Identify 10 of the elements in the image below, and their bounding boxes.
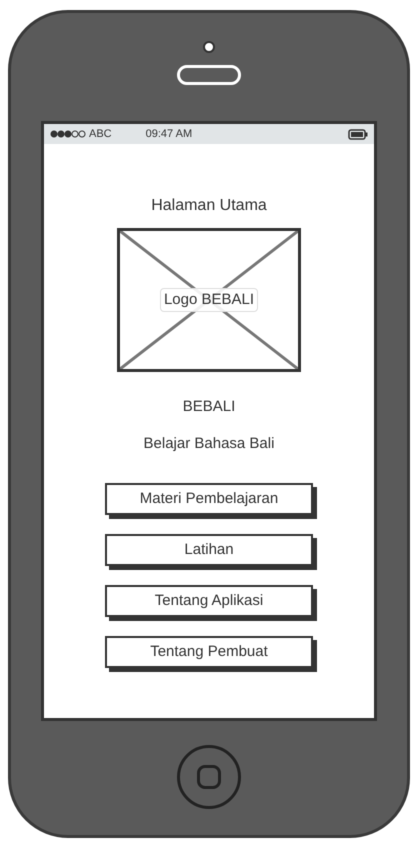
carrier-name: ABC xyxy=(89,126,112,142)
logo-label: Logo BEBALI xyxy=(160,288,258,312)
app-name: BEBALI xyxy=(182,397,236,417)
app-tagline: Belajar Bahasa Bali xyxy=(144,434,274,454)
signal-icon xyxy=(50,130,86,138)
status-time: 09:47 AM xyxy=(146,126,192,142)
battery-icon xyxy=(348,128,368,140)
speaker-icon xyxy=(177,65,241,85)
camera-icon xyxy=(203,41,215,53)
page-title: Halaman Utama xyxy=(151,196,267,216)
